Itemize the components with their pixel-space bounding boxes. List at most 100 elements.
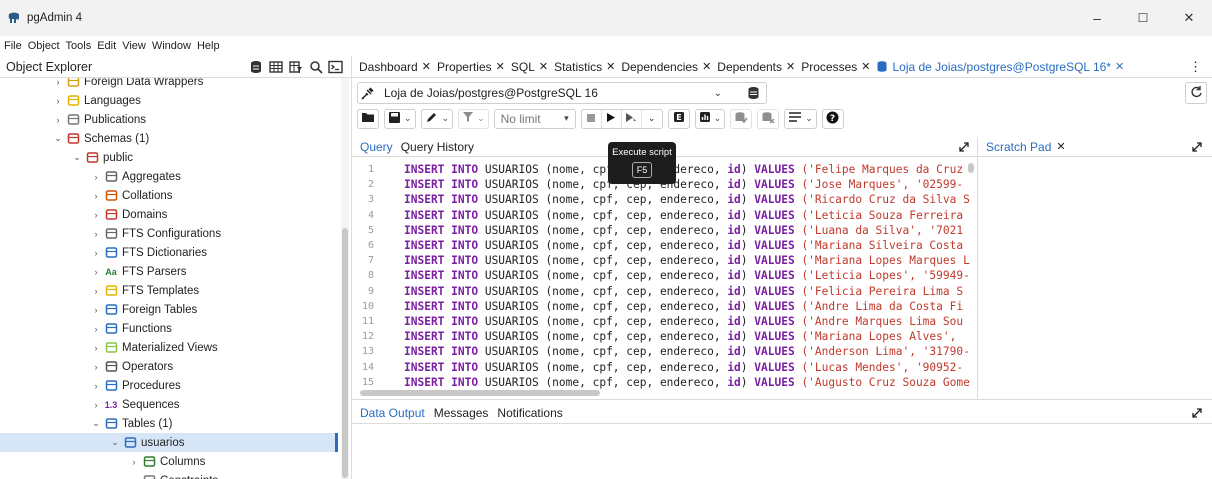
tree-item-collations[interactable]: › Collations xyxy=(0,186,338,205)
tree-item-aggregates[interactable]: › Aggregates xyxy=(0,167,338,186)
chevron-right-icon[interactable]: › xyxy=(91,172,101,182)
close-icon[interactable]: ✕ xyxy=(422,60,431,73)
close-icon[interactable]: ✕ xyxy=(539,60,548,73)
filtered-rows-icon[interactable] xyxy=(288,59,303,74)
tab-messages[interactable]: Messages xyxy=(434,406,489,420)
tab-dependents[interactable]: Dependents ✕ xyxy=(717,60,795,74)
execute-dropdown[interactable]: ⌄ xyxy=(642,110,662,128)
menu-tools[interactable]: Tools xyxy=(66,40,92,52)
minimize-button[interactable]: – xyxy=(1074,0,1120,36)
chevron-right-icon[interactable]: › xyxy=(91,248,101,258)
rollback-button[interactable] xyxy=(757,108,780,129)
tab-dashboard[interactable]: Dashboard ✕ xyxy=(359,60,431,74)
tab-query[interactable]: Query xyxy=(360,140,393,154)
tab-properties[interactable]: Properties ✕ xyxy=(437,60,505,74)
tree-item-procedures[interactable]: › Procedures xyxy=(0,376,338,395)
execute-options-button[interactable] xyxy=(622,109,642,128)
scratch-pad-title[interactable]: Scratch Pad xyxy=(986,140,1051,154)
tab-loja-de-joias-postgres-postgresql-16[interactable]: Loja de Joias/postgres@PostgreSQL 16* ✕ xyxy=(876,60,1124,74)
close-icon[interactable]: ✕ xyxy=(861,60,870,73)
panel-divider[interactable] xyxy=(352,399,1212,400)
close-window-button[interactable]: ✕ xyxy=(1166,0,1212,36)
chevron-down-icon[interactable]: ⌄ xyxy=(72,152,82,163)
chevron-right-icon[interactable]: › xyxy=(91,362,101,372)
tab-statistics[interactable]: Statistics ✕ xyxy=(554,60,615,74)
tab-query-history[interactable]: Query History xyxy=(401,140,474,154)
chevron-right-icon[interactable]: › xyxy=(129,476,139,479)
expand-icon[interactable] xyxy=(1190,406,1204,420)
chevron-down-icon[interactable]: ⌄ xyxy=(110,437,120,448)
chevron-right-icon[interactable]: › xyxy=(53,78,63,87)
tab-data-output[interactable]: Data Output xyxy=(360,406,425,420)
chevron-right-icon[interactable]: › xyxy=(91,286,101,296)
tree-item-fts-parsers[interactable]: › Aa FTS Parsers xyxy=(0,262,338,281)
edit-button[interactable]: ⌄ xyxy=(420,108,454,129)
tree-item-foreign-data-wrappers[interactable]: › Foreign Data Wrappers xyxy=(0,78,338,91)
tree-item-publications[interactable]: › Publications xyxy=(0,110,338,129)
chevron-right-icon[interactable]: › xyxy=(91,381,101,391)
explain-button[interactable]: E xyxy=(667,108,690,129)
chevron-down-icon[interactable]: ⌄ xyxy=(91,418,101,429)
chevron-right-icon[interactable]: › xyxy=(91,400,101,410)
stop-button[interactable] xyxy=(582,109,602,128)
sql-editor[interactable]: 1 INSERT INTO USUARIOS (nome, cpf, cep, e… xyxy=(352,158,977,396)
open-file-button[interactable] xyxy=(357,108,379,129)
chevron-down-icon[interactable]: ⌄ xyxy=(53,133,63,144)
more-options-icon[interactable]: ⋮ xyxy=(1189,59,1202,75)
close-icon[interactable]: ✕ xyxy=(1115,60,1124,73)
commit-button[interactable] xyxy=(730,108,753,129)
close-icon[interactable]: ✕ xyxy=(786,60,795,73)
tab-dependencies[interactable]: Dependencies ✕ xyxy=(621,60,711,74)
tree-item-fts-templates[interactable]: › FTS Templates xyxy=(0,281,338,300)
menu-help[interactable]: Help xyxy=(197,40,220,52)
tree-item-fts-dictionaries[interactable]: › FTS Dictionaries xyxy=(0,243,338,262)
psql-terminal-icon[interactable] xyxy=(328,59,343,74)
help-button[interactable]: ? xyxy=(821,108,844,129)
tree-item-constraints[interactable]: › Constraints xyxy=(0,471,338,479)
execute-script-button[interactable] xyxy=(602,109,622,128)
save-file-button[interactable]: ⌄ xyxy=(384,108,416,129)
tree-item-foreign-tables[interactable]: › Foreign Tables xyxy=(0,300,338,319)
expand-icon[interactable] xyxy=(957,140,971,154)
chevron-right-icon[interactable]: › xyxy=(91,229,101,239)
tree-item-functions[interactable]: › Functions xyxy=(0,319,338,338)
close-icon[interactable]: ✕ xyxy=(1056,140,1065,153)
menu-window[interactable]: Window xyxy=(152,40,191,52)
view-data-icon[interactable] xyxy=(268,59,283,74)
scrollbar-thumb[interactable] xyxy=(342,228,348,478)
tree-item-sequences[interactable]: › 1.3 Sequences xyxy=(0,395,338,414)
tree-item-operators[interactable]: › Operators xyxy=(0,357,338,376)
menu-edit[interactable]: Edit xyxy=(97,40,116,52)
close-icon[interactable]: ✕ xyxy=(606,60,615,73)
menu-object[interactable]: Object xyxy=(28,40,60,52)
chevron-right-icon[interactable]: › xyxy=(91,191,101,201)
tab-sql[interactable]: SQL ✕ xyxy=(511,60,548,74)
chevron-right-icon[interactable]: › xyxy=(53,96,63,106)
tree-item-public[interactable]: ⌄ public xyxy=(0,148,338,167)
editor-horizontal-scrollbar[interactable] xyxy=(360,390,600,396)
tree-item-materialized-views[interactable]: › Materialized Views xyxy=(0,338,338,357)
refresh-connection-button[interactable] xyxy=(1185,82,1207,104)
tree-item-languages[interactable]: › Languages xyxy=(0,91,338,110)
menu-file[interactable]: File xyxy=(4,40,22,52)
object-tree-scrollbar[interactable] xyxy=(341,78,349,479)
editor-vertical-scrollbar[interactable] xyxy=(968,163,974,173)
tree-item-columns[interactable]: › Columns xyxy=(0,452,338,471)
query-tool-icon[interactable] xyxy=(248,59,263,74)
tree-item-domains[interactable]: › Domains xyxy=(0,205,338,224)
maximize-button[interactable]: ☐ xyxy=(1120,0,1166,36)
close-icon[interactable]: ✕ xyxy=(702,60,711,73)
chevron-right-icon[interactable]: › xyxy=(53,115,63,125)
explain-analyze-button[interactable]: ⌄ xyxy=(694,108,726,129)
menu-view[interactable]: View xyxy=(122,40,146,52)
chevron-right-icon[interactable]: › xyxy=(91,210,101,220)
expand-icon[interactable] xyxy=(1190,140,1204,154)
row-limit-select[interactable]: No limit ▾ xyxy=(493,108,576,129)
database-icon[interactable] xyxy=(744,85,762,101)
tree-item-usuarios[interactable]: ⌄ usuarios xyxy=(0,433,338,452)
chevron-right-icon[interactable]: › xyxy=(91,305,101,315)
tree-item-fts-configurations[interactable]: › FTS Configurations xyxy=(0,224,338,243)
tab-notifications[interactable]: Notifications xyxy=(497,406,562,420)
chevron-right-icon[interactable]: › xyxy=(129,457,139,467)
macros-button[interactable]: ⌄ xyxy=(784,108,817,129)
